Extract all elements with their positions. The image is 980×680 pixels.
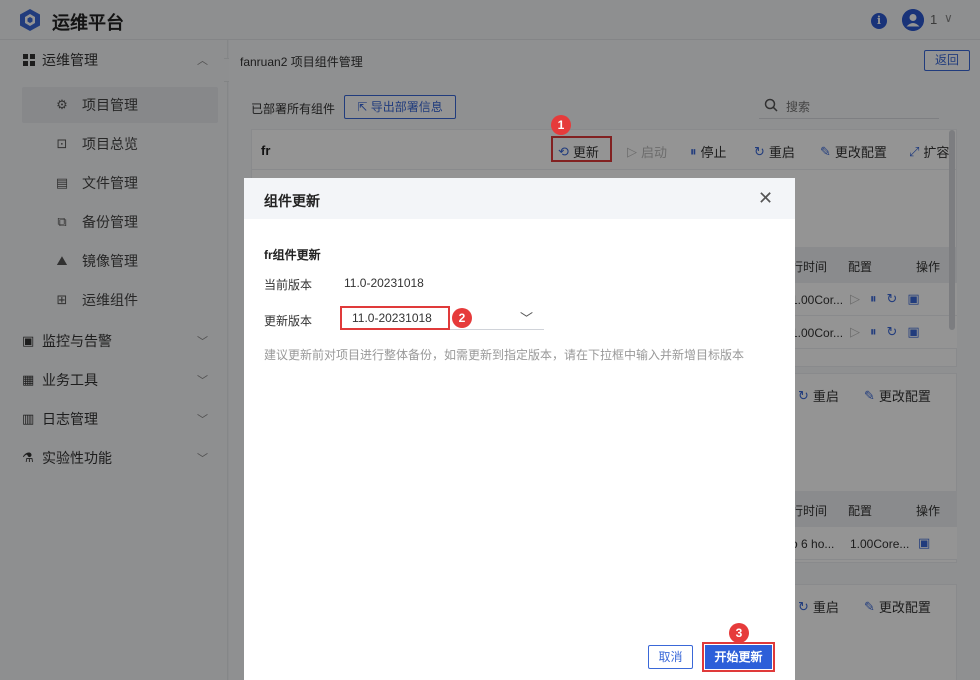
close-icon[interactable]: ✕ <box>758 188 773 208</box>
start-update-button[interactable]: 开始更新 <box>705 645 772 669</box>
dialog-section-title: fr组件更新 <box>264 248 321 262</box>
step-marker-3: 3 <box>729 623 749 643</box>
component-update-dialog: 组件更新 ✕ fr组件更新 当前版本 11.0-20231018 更新版本 11… <box>244 178 795 680</box>
update-version-select[interactable]: 11.0-20231018 ﹀ <box>340 306 544 330</box>
step-marker-1: 1 <box>551 115 571 135</box>
cancel-button[interactable]: 取消 <box>648 645 693 669</box>
chevron-down-icon[interactable]: ﹀ <box>520 308 533 327</box>
dialog-title: 组件更新 <box>264 193 320 209</box>
current-version-value: 11.0-20231018 <box>344 276 424 290</box>
dialog-hint: 建议更新前对项目进行整体备份，如需更新到指定版本，请在下拉框中输入并新增目标版本 <box>264 348 745 362</box>
update-version-label: 更新版本 <box>264 314 313 328</box>
update-version-value[interactable]: 11.0-20231018 <box>340 306 450 330</box>
dialog-header: 组件更新 ✕ <box>244 178 795 219</box>
step-marker-2: 2 <box>452 308 472 328</box>
current-version-label: 当前版本 <box>264 278 313 292</box>
